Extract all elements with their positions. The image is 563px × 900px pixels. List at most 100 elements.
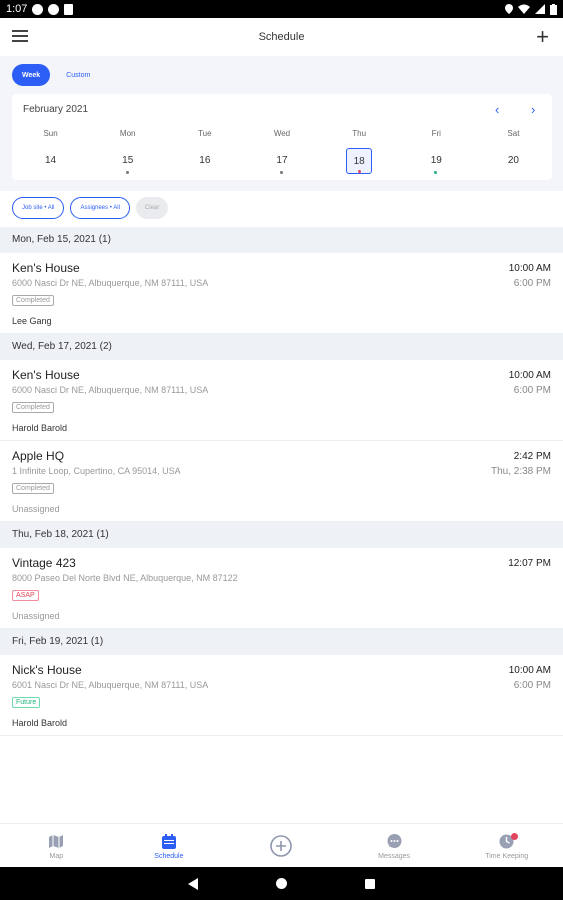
- day-of-week: Sun: [43, 129, 58, 138]
- day-number-label: 18: [353, 156, 365, 167]
- calendar-area: Week Custom February 2021 ‹ › Sun 14 Mon 15…: [0, 56, 563, 191]
- event-marker: [358, 170, 362, 173]
- day-number-label: 15: [122, 155, 134, 166]
- bottom-nav: Map Schedule Messages Time Keeping: [0, 823, 563, 867]
- day-of-week: Tue: [198, 129, 212, 138]
- day-number[interactable]: 19: [423, 148, 449, 174]
- job-start-time: 2:42 PM: [513, 451, 551, 462]
- notification-badge: [511, 833, 519, 840]
- day-number-label: 20: [507, 155, 519, 166]
- day-number[interactable]: 20: [500, 148, 526, 174]
- chevron-right-icon[interactable]: ›: [531, 102, 535, 117]
- job-address: 8000 Paseo Del Norte Blvd NE, Albuquerqu…: [12, 573, 238, 583]
- date-section-header: Fri, Feb 19, 2021 (1): [0, 629, 563, 655]
- job-start-time: 10:00 AM: [508, 665, 551, 676]
- status-badge: ASAP: [12, 590, 39, 601]
- event-marker: [279, 171, 283, 174]
- job-end-time: 6:00 PM: [513, 385, 551, 396]
- date-section-header: Thu, Feb 18, 2021 (1): [0, 522, 563, 548]
- calendar-day: Sun 14: [12, 129, 89, 174]
- day-number[interactable]: 14: [38, 148, 64, 174]
- job-start-time: 12:07 PM: [508, 558, 551, 569]
- job-address: 6001 Nasci Dr NE, Albuquerque, NM 87111,…: [12, 680, 209, 690]
- wifi-icon: [518, 4, 530, 14]
- job-end-time: 6:00 PM: [513, 278, 551, 289]
- event-marker: [434, 171, 438, 174]
- back-icon[interactable]: [188, 877, 198, 890]
- assignees-filter[interactable]: Assignees • All: [70, 197, 130, 219]
- week-button[interactable]: Week: [12, 64, 51, 86]
- calendar-day: Wed 17: [243, 129, 320, 174]
- map-icon: [49, 834, 64, 848]
- nav-add[interactable]: [225, 824, 338, 867]
- status-badge: Completed: [12, 295, 54, 306]
- day-number-label: 14: [45, 155, 57, 166]
- battery-icon: [550, 3, 557, 15]
- menu-icon[interactable]: [12, 30, 28, 44]
- job-row[interactable]: Apple HQ 1 Infinite Loop, Cupertino, CA 9…: [0, 441, 563, 522]
- date-section-header: Mon, Feb 15, 2021 (1): [0, 227, 563, 253]
- day-number-label: 17: [276, 155, 288, 166]
- job-assignee: Unassigned: [12, 611, 60, 621]
- status-time: 1:07: [6, 3, 28, 15]
- job-assignee: Unassigned: [12, 504, 60, 514]
- calendar-day: Tue 16: [166, 129, 243, 174]
- nav-time-keeping[interactable]: Time Keeping: [450, 824, 563, 867]
- recents-icon[interactable]: [365, 878, 375, 889]
- day-number[interactable]: 15: [115, 148, 141, 174]
- job-assignee: Lee Gang: [12, 316, 52, 326]
- add-icon[interactable]: +: [536, 24, 549, 50]
- page-title: Schedule: [258, 31, 305, 43]
- day-of-week: Thu: [352, 129, 367, 138]
- calendar-day: Fri 19: [398, 129, 475, 174]
- chevron-left-icon[interactable]: ‹: [495, 102, 499, 117]
- nav-time-keeping-label: Time Keeping: [485, 853, 529, 860]
- job-site-filter[interactable]: Job site • All: [12, 197, 65, 219]
- status-badge: Completed: [12, 483, 54, 494]
- job-name: Nick's House: [12, 663, 82, 677]
- filter-bar: Job site • All Assignees • All Clear: [12, 197, 169, 219]
- day-of-week: Mon: [119, 129, 136, 138]
- nav-messages[interactable]: Messages: [338, 824, 451, 867]
- day-number[interactable]: 17: [269, 148, 295, 174]
- job-start-time: 10:00 AM: [508, 370, 551, 381]
- status-badge: Future: [12, 697, 41, 708]
- day-number[interactable]: 18: [346, 148, 373, 174]
- job-row[interactable]: Ken's House 6000 Nasci Dr NE, Albuquerque…: [0, 360, 563, 441]
- calendar-days: Sun 14 Mon 15 Tue 16 Wed 17 Thu 18 Fri 19 Sat 20: [12, 129, 552, 174]
- event-marker: [125, 171, 129, 174]
- clear-button[interactable]: Clear: [135, 197, 169, 219]
- storage-icon: [64, 3, 74, 15]
- job-name: Apple HQ: [12, 449, 65, 463]
- date-section-header: Wed, Feb 17, 2021 (2): [0, 334, 563, 360]
- job-row[interactable]: Vintage 423 8000 Paseo Del Norte Blvd NE,…: [0, 548, 563, 629]
- job-name: Vintage 423: [12, 556, 76, 570]
- day-of-week: Wed: [273, 129, 291, 138]
- job-assignee: Harold Barold: [12, 423, 68, 433]
- home-icon[interactable]: [276, 878, 287, 889]
- calendar-icon: [161, 833, 176, 849]
- job-address: 6000 Nasci Dr NE, Albuquerque, NM 87111,…: [12, 278, 209, 288]
- notification-icon: [32, 3, 44, 15]
- job-start-time: 10:00 AM: [508, 263, 551, 274]
- signal-icon: [535, 4, 545, 14]
- day-number[interactable]: 16: [192, 148, 218, 174]
- view-toggle: Week Custom: [12, 64, 100, 86]
- calendar-day: Sat 20: [475, 129, 552, 174]
- job-assignee: Harold Barold: [12, 718, 68, 728]
- day-number-label: 16: [199, 155, 211, 166]
- calendar-day: Thu 18: [321, 129, 398, 174]
- status-bar: 1:07: [0, 0, 563, 18]
- nav-schedule[interactable]: Schedule: [113, 824, 226, 867]
- job-name: Ken's House: [12, 261, 80, 275]
- job-address: 6000 Nasci Dr NE, Albuquerque, NM 87111,…: [12, 385, 209, 395]
- day-of-week: Fri: [431, 129, 441, 138]
- schedule-list: Mon, Feb 15, 2021 (1) Ken's House 6000 Nas…: [0, 227, 563, 736]
- job-row[interactable]: Ken's House 6000 Nasci Dr NE, Albuquerque…: [0, 253, 563, 334]
- job-end-time: 6:00 PM: [513, 680, 551, 691]
- nav-map[interactable]: Map: [0, 824, 113, 867]
- nav-schedule-label: Schedule: [154, 853, 184, 860]
- day-number-label: 19: [430, 155, 442, 166]
- job-row[interactable]: Nick's House 6001 Nasci Dr NE, Albuquerqu…: [0, 655, 563, 736]
- custom-button[interactable]: Custom: [56, 64, 100, 86]
